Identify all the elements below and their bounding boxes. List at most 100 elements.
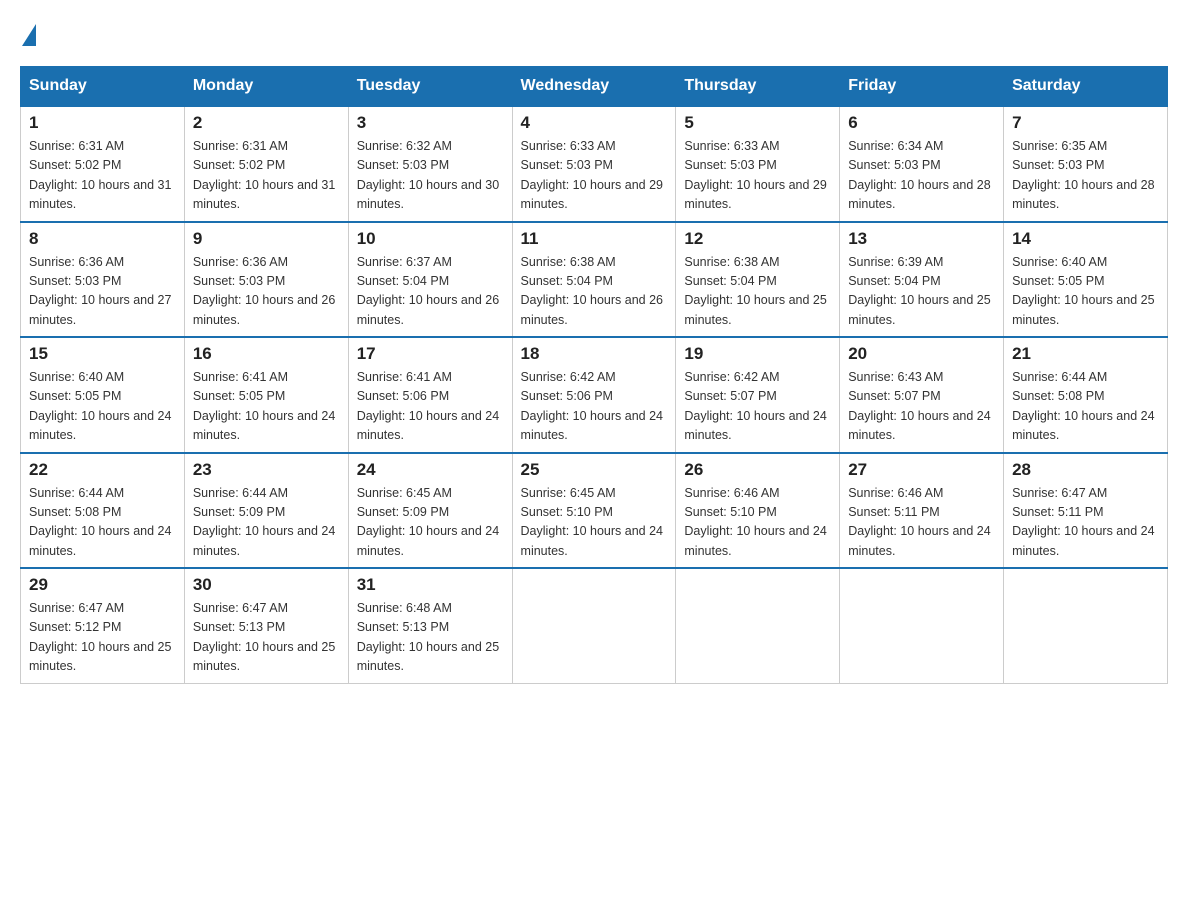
- day-number: 28: [1012, 460, 1159, 480]
- table-row: 12Sunrise: 6:38 AMSunset: 5:04 PMDayligh…: [676, 222, 840, 338]
- col-wednesday: Wednesday: [512, 67, 676, 107]
- day-number: 30: [193, 575, 340, 595]
- day-info: Sunrise: 6:41 AMSunset: 5:06 PMDaylight:…: [357, 368, 504, 446]
- day-info: Sunrise: 6:44 AMSunset: 5:08 PMDaylight:…: [29, 484, 176, 562]
- table-row: 29 Sunrise: 6:47 AMSunset: 5:12 PMDayligh…: [21, 568, 185, 683]
- table-row: 25Sunrise: 6:45 AMSunset: 5:10 PMDayligh…: [512, 453, 676, 569]
- day-info: Sunrise: 6:43 AMSunset: 5:07 PMDaylight:…: [848, 368, 995, 446]
- table-row: 6Sunrise: 6:34 AMSunset: 5:03 PMDaylight…: [840, 106, 1004, 222]
- col-saturday: Saturday: [1004, 67, 1168, 107]
- table-row: 27 Sunrise: 6:46 AMSunset: 5:11 PMDayligh…: [840, 453, 1004, 569]
- day-number: 27: [848, 460, 995, 480]
- table-row: 17 Sunrise: 6:41 AMSunset: 5:06 PMDayligh…: [348, 337, 512, 453]
- day-info: Sunrise: 6:38 AMSunset: 5:04 PMDaylight:…: [521, 253, 668, 331]
- day-number: 26: [684, 460, 831, 480]
- table-row: 16 Sunrise: 6:41 AMSunset: 5:05 PMDayligh…: [184, 337, 348, 453]
- table-row: 28 Sunrise: 6:47 AMSunset: 5:11 PMDayligh…: [1004, 453, 1168, 569]
- calendar-table: Sunday Monday Tuesday Wednesday Thursday…: [20, 66, 1168, 684]
- day-info: Sunrise: 6:45 AMSunset: 5:09 PMDaylight:…: [357, 484, 504, 562]
- table-row: 13 Sunrise: 6:39 AMSunset: 5:04 PMDayligh…: [840, 222, 1004, 338]
- table-row: 21 Sunrise: 6:44 AMSunset: 5:08 PMDayligh…: [1004, 337, 1168, 453]
- day-info: Sunrise: 6:47 AMSunset: 5:12 PMDaylight:…: [29, 599, 176, 677]
- table-row: 30 Sunrise: 6:47 AMSunset: 5:13 PMDayligh…: [184, 568, 348, 683]
- day-number: 18: [521, 344, 668, 364]
- day-number: 6: [848, 113, 995, 133]
- day-number: 17: [357, 344, 504, 364]
- day-number: 15: [29, 344, 176, 364]
- day-info: Sunrise: 6:44 AMSunset: 5:09 PMDaylight:…: [193, 484, 340, 562]
- logo: [20, 20, 36, 46]
- day-info: Sunrise: 6:37 AMSunset: 5:04 PMDaylight:…: [357, 253, 504, 331]
- day-number: 20: [848, 344, 995, 364]
- col-thursday: Thursday: [676, 67, 840, 107]
- table-row: 24Sunrise: 6:45 AMSunset: 5:09 PMDayligh…: [348, 453, 512, 569]
- col-sunday: Sunday: [21, 67, 185, 107]
- day-number: 1: [29, 113, 176, 133]
- table-row: 10 Sunrise: 6:37 AMSunset: 5:04 PMDayligh…: [348, 222, 512, 338]
- day-number: 31: [357, 575, 504, 595]
- table-row: 22 Sunrise: 6:44 AMSunset: 5:08 PMDayligh…: [21, 453, 185, 569]
- page-header: [20, 20, 1168, 46]
- table-row: 7 Sunrise: 6:35 AMSunset: 5:03 PMDaylight…: [1004, 106, 1168, 222]
- col-tuesday: Tuesday: [348, 67, 512, 107]
- week-row-4: 22 Sunrise: 6:44 AMSunset: 5:08 PMDayligh…: [21, 453, 1168, 569]
- col-monday: Monday: [184, 67, 348, 107]
- day-number: 21: [1012, 344, 1159, 364]
- day-info: Sunrise: 6:36 AMSunset: 5:03 PMDaylight:…: [193, 253, 340, 331]
- day-number: 11: [521, 229, 668, 249]
- day-info: Sunrise: 6:32 AMSunset: 5:03 PMDaylight:…: [357, 137, 504, 215]
- day-info: Sunrise: 6:33 AMSunset: 5:03 PMDaylight:…: [684, 137, 831, 215]
- table-row: 8Sunrise: 6:36 AMSunset: 5:03 PMDaylight…: [21, 222, 185, 338]
- table-row: [676, 568, 840, 683]
- table-row: 19 Sunrise: 6:42 AMSunset: 5:07 PMDayligh…: [676, 337, 840, 453]
- day-number: 2: [193, 113, 340, 133]
- day-number: 16: [193, 344, 340, 364]
- day-info: Sunrise: 6:38 AMSunset: 5:04 PMDaylight:…: [684, 253, 831, 331]
- day-info: Sunrise: 6:35 AMSunset: 5:03 PMDaylight:…: [1012, 137, 1159, 215]
- table-row: 14 Sunrise: 6:40 AMSunset: 5:05 PMDayligh…: [1004, 222, 1168, 338]
- table-row: 4 Sunrise: 6:33 AMSunset: 5:03 PMDaylight…: [512, 106, 676, 222]
- day-number: 25: [521, 460, 668, 480]
- day-number: 14: [1012, 229, 1159, 249]
- table-row: 26 Sunrise: 6:46 AMSunset: 5:10 PMDayligh…: [676, 453, 840, 569]
- table-row: 11 Sunrise: 6:38 AMSunset: 5:04 PMDayligh…: [512, 222, 676, 338]
- week-row-1: 1 Sunrise: 6:31 AMSunset: 5:02 PMDaylight…: [21, 106, 1168, 222]
- day-info: Sunrise: 6:47 AMSunset: 5:13 PMDaylight:…: [193, 599, 340, 677]
- day-info: Sunrise: 6:33 AMSunset: 5:03 PMDaylight:…: [521, 137, 668, 215]
- day-info: Sunrise: 6:48 AMSunset: 5:13 PMDaylight:…: [357, 599, 504, 677]
- table-row: 2Sunrise: 6:31 AMSunset: 5:02 PMDaylight…: [184, 106, 348, 222]
- week-row-3: 15 Sunrise: 6:40 AMSunset: 5:05 PMDayligh…: [21, 337, 1168, 453]
- day-info: Sunrise: 6:41 AMSunset: 5:05 PMDaylight:…: [193, 368, 340, 446]
- day-number: 4: [521, 113, 668, 133]
- day-number: 9: [193, 229, 340, 249]
- day-number: 29: [29, 575, 176, 595]
- day-number: 5: [684, 113, 831, 133]
- week-row-5: 29 Sunrise: 6:47 AMSunset: 5:12 PMDayligh…: [21, 568, 1168, 683]
- day-number: 19: [684, 344, 831, 364]
- logo-triangle-icon: [22, 24, 36, 46]
- day-number: 7: [1012, 113, 1159, 133]
- day-info: Sunrise: 6:42 AMSunset: 5:07 PMDaylight:…: [684, 368, 831, 446]
- day-info: Sunrise: 6:46 AMSunset: 5:10 PMDaylight:…: [684, 484, 831, 562]
- day-info: Sunrise: 6:36 AMSunset: 5:03 PMDaylight:…: [29, 253, 176, 331]
- day-number: 10: [357, 229, 504, 249]
- day-number: 23: [193, 460, 340, 480]
- table-row: 9 Sunrise: 6:36 AMSunset: 5:03 PMDaylight…: [184, 222, 348, 338]
- day-info: Sunrise: 6:40 AMSunset: 5:05 PMDaylight:…: [1012, 253, 1159, 331]
- table-row: [1004, 568, 1168, 683]
- day-info: Sunrise: 6:46 AMSunset: 5:11 PMDaylight:…: [848, 484, 995, 562]
- table-row: 1 Sunrise: 6:31 AMSunset: 5:02 PMDaylight…: [21, 106, 185, 222]
- table-row: 15 Sunrise: 6:40 AMSunset: 5:05 PMDayligh…: [21, 337, 185, 453]
- table-row: [512, 568, 676, 683]
- week-row-2: 8Sunrise: 6:36 AMSunset: 5:03 PMDaylight…: [21, 222, 1168, 338]
- day-info: Sunrise: 6:31 AMSunset: 5:02 PMDaylight:…: [29, 137, 176, 215]
- day-info: Sunrise: 6:39 AMSunset: 5:04 PMDaylight:…: [848, 253, 995, 331]
- day-info: Sunrise: 6:47 AMSunset: 5:11 PMDaylight:…: [1012, 484, 1159, 562]
- table-row: 20 Sunrise: 6:43 AMSunset: 5:07 PMDayligh…: [840, 337, 1004, 453]
- day-number: 13: [848, 229, 995, 249]
- day-number: 3: [357, 113, 504, 133]
- day-number: 22: [29, 460, 176, 480]
- day-info: Sunrise: 6:40 AMSunset: 5:05 PMDaylight:…: [29, 368, 176, 446]
- day-info: Sunrise: 6:44 AMSunset: 5:08 PMDaylight:…: [1012, 368, 1159, 446]
- table-row: 5 Sunrise: 6:33 AMSunset: 5:03 PMDaylight…: [676, 106, 840, 222]
